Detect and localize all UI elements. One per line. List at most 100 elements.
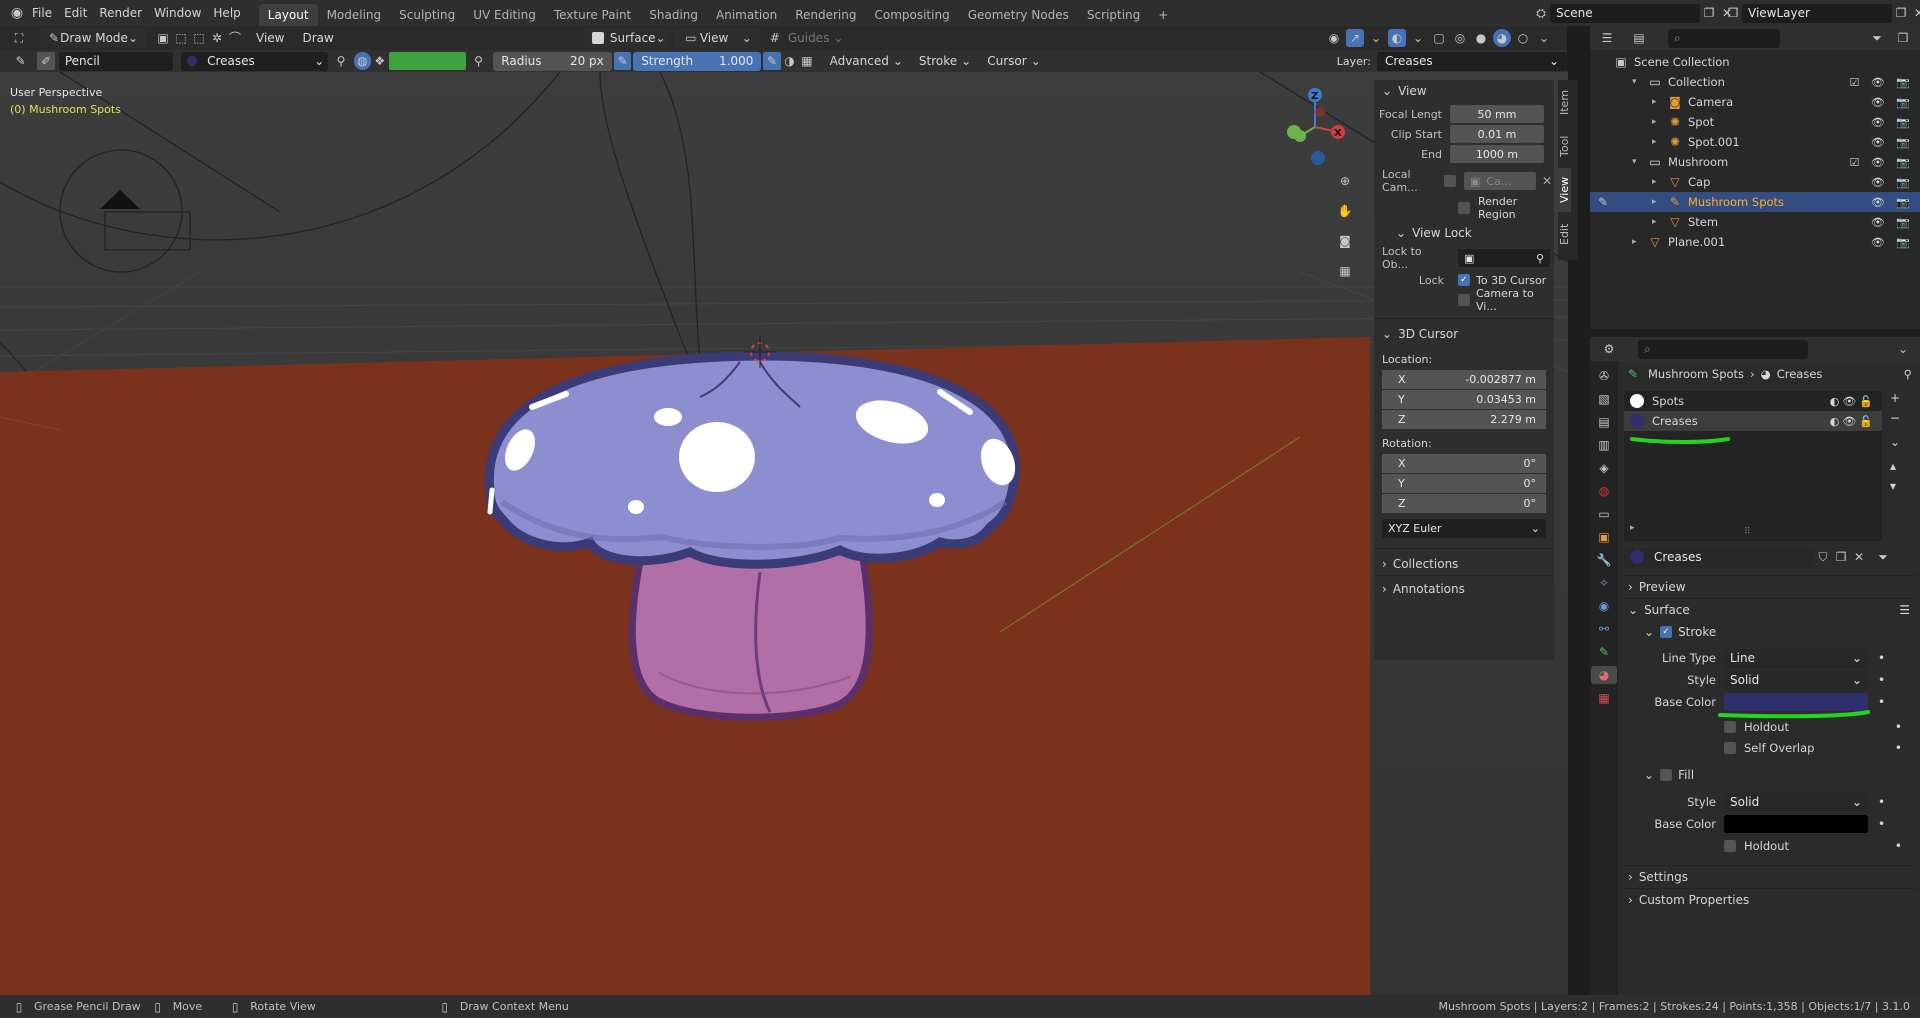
multiframe-icon[interactable]: ▣: [154, 29, 172, 47]
visibility-toggles[interactable]: 👁 📷: [1871, 216, 1914, 229]
rendered-shading-icon[interactable]: ○: [1514, 29, 1532, 47]
menu-render[interactable]: Render: [99, 6, 142, 20]
annotations-header[interactable]: › Annotations: [1374, 578, 1554, 600]
chevron-down-icon[interactable]: ⌄: [1409, 29, 1427, 47]
tab-modeling[interactable]: Modeling: [318, 4, 391, 26]
cursor-location-z[interactable]: Z 2.279 m: [1382, 410, 1546, 429]
tool-tab-icon[interactable]: ✇: [1595, 367, 1613, 385]
focal-length-field[interactable]: 50 mm: [1450, 105, 1544, 123]
draw-tool-icon[interactable]: ✎: [12, 52, 29, 70]
material-shading-icon[interactable]: ◕: [1493, 29, 1511, 47]
data-tab-icon[interactable]: ✎: [1595, 643, 1613, 661]
outliner-row[interactable]: ✎ ▸ ✎ Mushroom Spots 👁 📷: [1590, 192, 1920, 212]
stroke-base-color-swatch[interactable]: [1724, 693, 1868, 711]
outliner-search-input[interactable]: ⌕: [1668, 28, 1780, 48]
sidebar-tab-view[interactable]: View: [1558, 168, 1571, 212]
rotation-mode-dropdown[interactable]: XYZ Euler ⌄: [1382, 519, 1546, 538]
view-panel-header[interactable]: ⌄ View: [1374, 80, 1554, 102]
menu-file[interactable]: File: [32, 6, 52, 20]
cursor-rotation-z[interactable]: Z 0°: [1382, 494, 1546, 513]
world-tab-icon[interactable]: ◍: [1595, 482, 1613, 500]
eyedropper-icon[interactable]: ⚲: [1536, 252, 1544, 265]
tab-uv-editing[interactable]: UV Editing: [464, 4, 545, 26]
outliner-row[interactable]: ▸ ▽ Plane.001 👁 📷: [1590, 232, 1920, 252]
properties-search-input[interactable]: ⌕: [1638, 339, 1808, 359]
chevron-right-icon[interactable]: ▸: [1652, 177, 1666, 187]
vertex-color-icon[interactable]: ❖: [371, 52, 388, 70]
camera-view-icon[interactable]: ◙: [1334, 230, 1356, 252]
delete-view-layer-icon[interactable]: ✕: [1910, 4, 1920, 22]
properties-editor-icon[interactable]: ⚙: [1600, 340, 1618, 358]
tab-rendering[interactable]: Rendering: [786, 4, 865, 26]
material-dropdown[interactable]: Creases ⌄: [181, 51, 329, 71]
chevron-right-icon[interactable]: ▸: [1652, 217, 1666, 227]
duplicate-material-icon[interactable]: ❐: [1832, 548, 1850, 566]
viewport-scene[interactable]: Z X: [0, 72, 1568, 995]
visibility-toggles[interactable]: 👁 📷: [1871, 196, 1914, 209]
move-up-icon[interactable]: ▴: [1890, 459, 1900, 473]
guides-label[interactable]: Guides: [788, 31, 830, 45]
chevron-down-icon[interactable]: ⌄: [1535, 29, 1553, 47]
visibility-icon[interactable]: ◉: [1325, 29, 1343, 47]
browse-material-icon[interactable]: ⏷: [1874, 548, 1892, 566]
gizmo-icon[interactable]: ↗: [1346, 29, 1364, 47]
outliner-row-scene-collection[interactable]: ▣ Scene Collection: [1590, 52, 1920, 72]
surface-panel-header[interactable]: ⌄ Surface ☰: [1624, 599, 1916, 621]
menu-help[interactable]: Help: [213, 6, 240, 20]
layer-dropdown[interactable]: Creases ⌄: [1376, 51, 1567, 71]
orientation-dropdown[interactable]: ▭ View ⌄: [673, 28, 760, 48]
outliner-row[interactable]: ▸ ▽ Cap 👁 📷: [1590, 172, 1920, 192]
unlink-material-icon[interactable]: ✕: [1850, 548, 1868, 566]
editor-type-icon[interactable]: ⛶: [10, 29, 28, 47]
select-box-icon[interactable]: ⬚: [172, 29, 190, 47]
local-camera-field[interactable]: ▣ Ca...: [1464, 172, 1536, 190]
outliner-row[interactable]: ▸ ✺ Spot.001 👁 📷: [1590, 132, 1920, 152]
brush-name-field[interactable]: Pencil: [58, 51, 174, 71]
keyframe-dot-icon[interactable]: •: [1895, 720, 1902, 734]
strength-field[interactable]: Strength 1.000: [633, 51, 762, 71]
chevron-down-icon[interactable]: ⌄: [1367, 29, 1385, 47]
blender-logo-icon[interactable]: ◉: [8, 4, 26, 22]
sidebar-tab-tool[interactable]: Tool: [1558, 124, 1571, 168]
keyframe-dot-icon[interactable]: •: [1878, 817, 1885, 831]
collection-tab-icon[interactable]: ▭: [1595, 505, 1613, 523]
lock-to-object-field[interactable]: ▣ ⚲: [1458, 249, 1550, 267]
list-icon[interactable]: ☰: [1899, 603, 1910, 617]
render-tab-icon[interactable]: ▧: [1595, 390, 1613, 408]
clear-icon[interactable]: ✕: [1542, 174, 1552, 188]
stroke-enable-checkbox[interactable]: ✓: [1660, 626, 1673, 638]
mode-selector[interactable]: ✎ Draw Mode ⌄: [40, 28, 146, 48]
radius-pressure-icon[interactable]: ✎: [613, 52, 632, 70]
stroke-subpanel-header[interactable]: ⌄ ✓ Stroke: [1624, 621, 1916, 643]
move-down-icon[interactable]: ▾: [1890, 479, 1900, 493]
render-region-checkbox[interactable]: [1458, 202, 1470, 214]
add-workspace-icon[interactable]: +: [1149, 4, 1177, 26]
chevron-down-icon[interactable]: ▾: [1632, 157, 1646, 167]
radius-field[interactable]: Radius 20 px: [493, 51, 612, 71]
add-slot-icon[interactable]: +: [1890, 391, 1900, 405]
fill-enable-checkbox[interactable]: [1660, 769, 1673, 781]
material-name-field[interactable]: Creases: [1624, 547, 1814, 567]
chevron-down-icon[interactable]: ⌄: [1894, 340, 1912, 358]
xray-icon[interactable]: ▢: [1430, 29, 1448, 47]
new-view-layer-icon[interactable]: ❐: [1892, 4, 1910, 22]
curve-edit-icon[interactable]: ⌒: [226, 29, 244, 47]
local-camera-checkbox[interactable]: [1444, 175, 1456, 187]
camera-to-view-checkbox[interactable]: [1458, 294, 1470, 306]
tab-scripting[interactable]: Scripting: [1078, 4, 1149, 26]
outliner-editor-icon[interactable]: ☰: [1598, 29, 1616, 47]
material-tab-icon[interactable]: ◕: [1591, 666, 1617, 684]
chevron-down-icon[interactable]: ⌄: [1890, 435, 1900, 449]
advanced-dropdown[interactable]: Advanced ⌄: [822, 51, 911, 71]
pivot-icon[interactable]: ✲: [208, 29, 226, 47]
strength-pressure-icon[interactable]: ✎: [763, 52, 781, 70]
menu-view[interactable]: View: [256, 31, 284, 45]
visibility-toggles[interactable]: 👁 📷: [1871, 236, 1914, 249]
view-layer-field[interactable]: ViewLayer: [1742, 3, 1892, 23]
select-lasso-icon[interactable]: ⬚: [190, 29, 208, 47]
edit-mode-icon[interactable]: ✎: [1594, 193, 1612, 211]
3d-viewport[interactable]: Z X User Perspective (0) Mushroom Spots …: [0, 72, 1568, 995]
chevron-right-icon[interactable]: ▸: [1632, 237, 1646, 247]
visibility-toggles[interactable]: ☑ 👁 📷: [1849, 156, 1914, 169]
brush-icon[interactable]: ✐: [37, 52, 55, 70]
